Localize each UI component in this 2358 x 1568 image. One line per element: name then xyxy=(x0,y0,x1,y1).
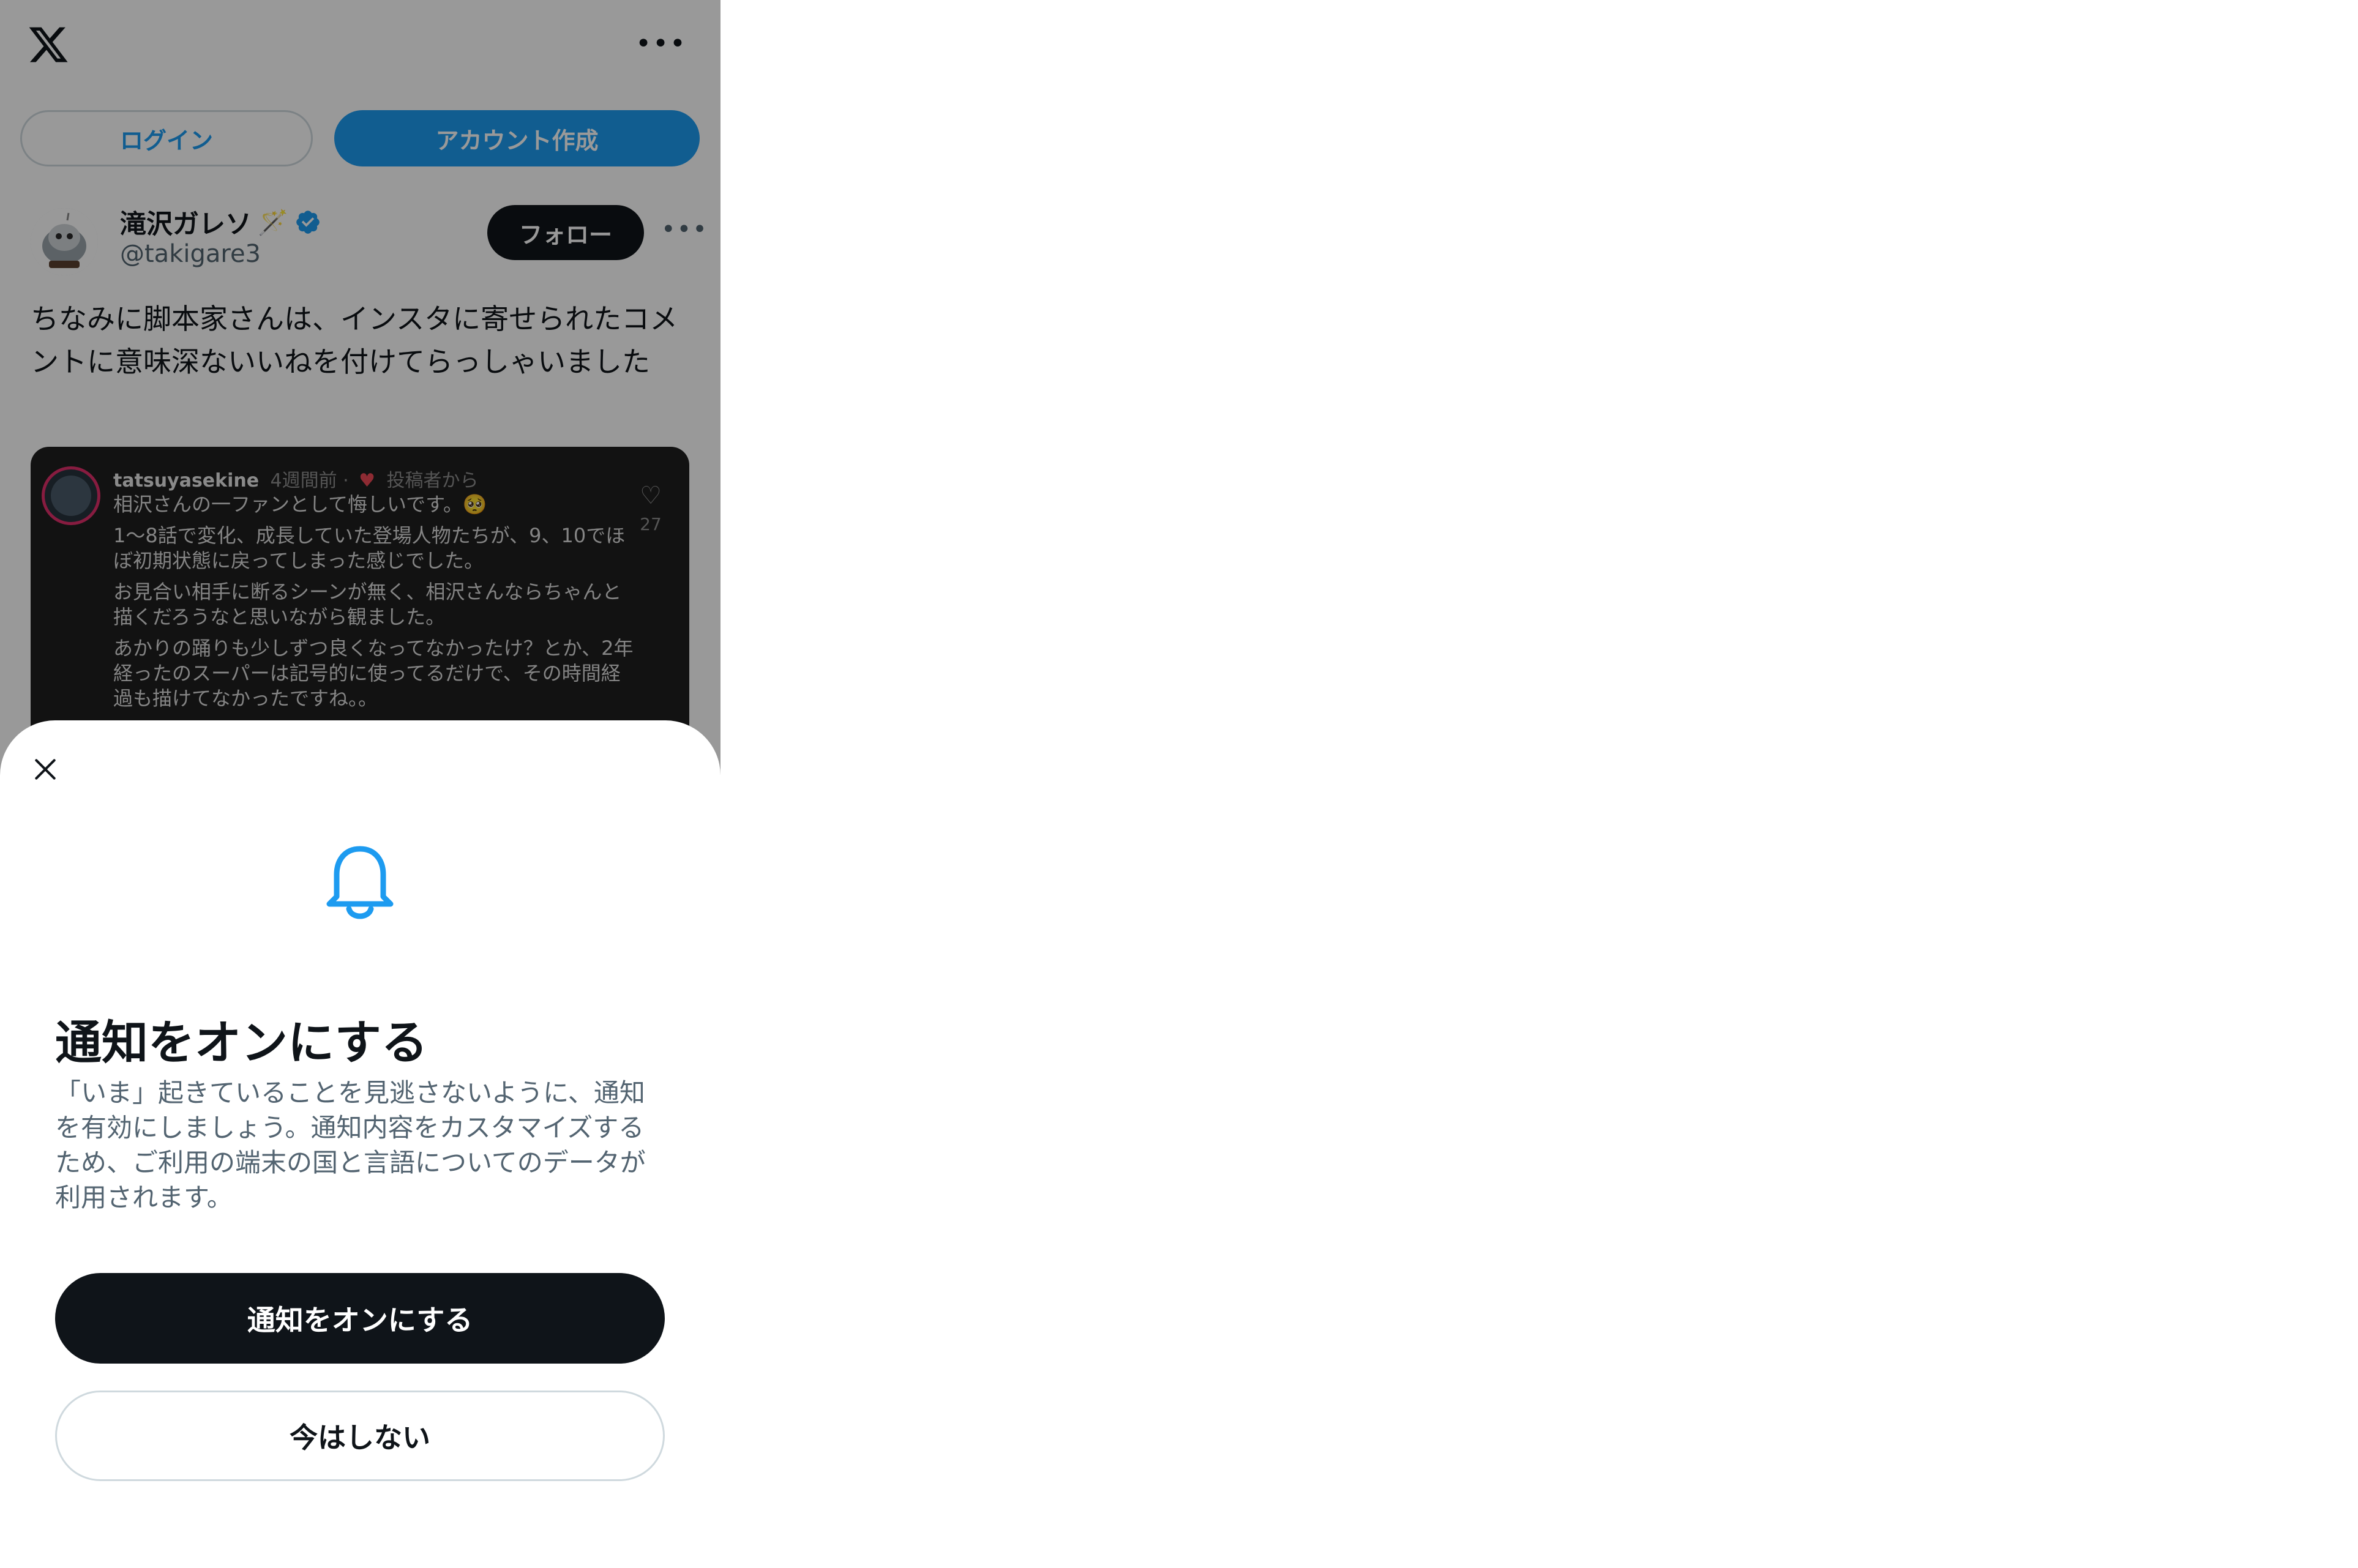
enable-notifications-button[interactable]: 通知をオンにする xyxy=(55,1273,665,1364)
mobile-viewport: ••• ログイン アカウント作成 滝沢ガレソ 🪄 @takigare3 フォロー… xyxy=(0,0,720,1568)
not-now-button[interactable]: 今はしない xyxy=(55,1391,665,1481)
notification-sheet: 通知をオンにする 「いま」起きていることを見逃さないように、通知を有効にしましょ… xyxy=(0,720,720,1568)
dim-overlay[interactable] xyxy=(0,0,720,796)
sheet-title: 通知をオンにする xyxy=(55,1015,428,1070)
sheet-description: 「いま」起きていることを見逃さないように、通知を有効にしましょう。通知内容をカス… xyxy=(55,1078,646,1212)
bell-icon xyxy=(326,846,394,919)
close-icon[interactable] xyxy=(27,751,64,788)
